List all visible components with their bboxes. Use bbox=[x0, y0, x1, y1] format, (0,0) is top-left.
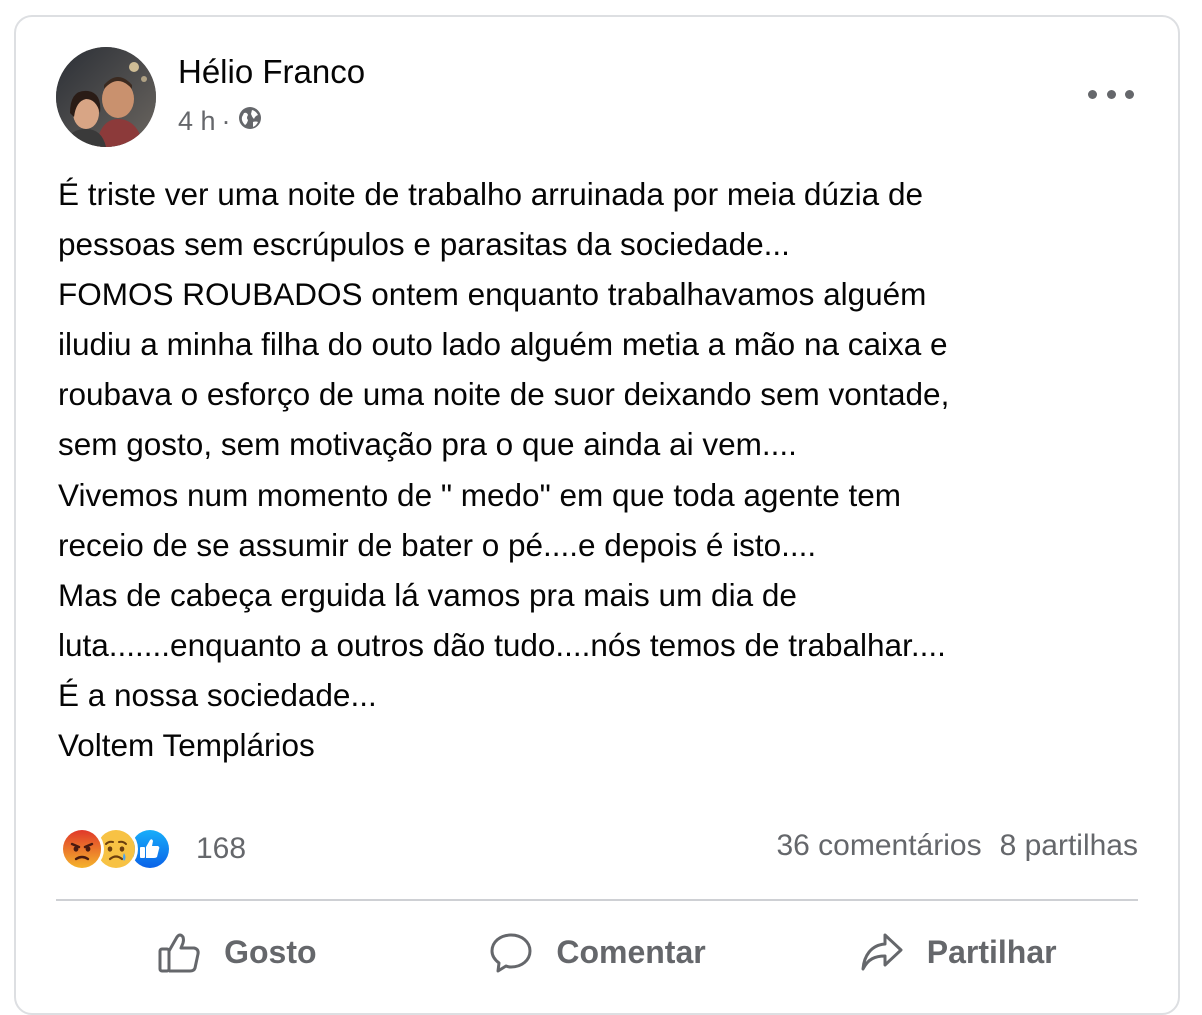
meta-separator: · bbox=[221, 106, 231, 136]
reactions-summary[interactable]: 168 bbox=[60, 825, 246, 873]
angry-reaction-icon bbox=[60, 827, 104, 871]
author-avatar[interactable] bbox=[56, 47, 156, 147]
comment-icon bbox=[488, 929, 534, 975]
reaction-count[interactable]: 168 bbox=[196, 832, 246, 866]
author-name[interactable]: Hélio Franco bbox=[178, 53, 365, 91]
post-text: É triste ver uma noite de trabalho arrui… bbox=[58, 176, 950, 764]
post-card: Hélio Franco 4 h · É triste ver uma noit… bbox=[14, 15, 1180, 1015]
actions-divider bbox=[56, 899, 1138, 901]
share-button[interactable]: Partilhar bbox=[777, 929, 1138, 975]
thumbs-up-icon bbox=[156, 929, 202, 975]
share-label: Partilhar bbox=[926, 933, 1057, 970]
like-button[interactable]: Gosto bbox=[56, 929, 417, 975]
globe-icon bbox=[237, 105, 263, 138]
post-meta: 4 h · bbox=[178, 105, 263, 138]
share-icon bbox=[859, 929, 905, 975]
avatar-photo bbox=[56, 47, 156, 147]
like-label: Gosto bbox=[224, 933, 317, 970]
comments-count[interactable]: 36 comentários bbox=[776, 829, 981, 863]
post-stats: 36 comentários 8 partilhas bbox=[776, 829, 1138, 863]
post-actions: Gosto Comentar Partilhar bbox=[56, 919, 1138, 985]
comment-label: Comentar bbox=[556, 933, 706, 970]
more-options-icon[interactable] bbox=[1088, 79, 1134, 109]
post-time[interactable]: 4 h bbox=[178, 106, 216, 137]
comment-button[interactable]: Comentar bbox=[417, 929, 778, 975]
shares-count[interactable]: 8 partilhas bbox=[1000, 829, 1138, 863]
